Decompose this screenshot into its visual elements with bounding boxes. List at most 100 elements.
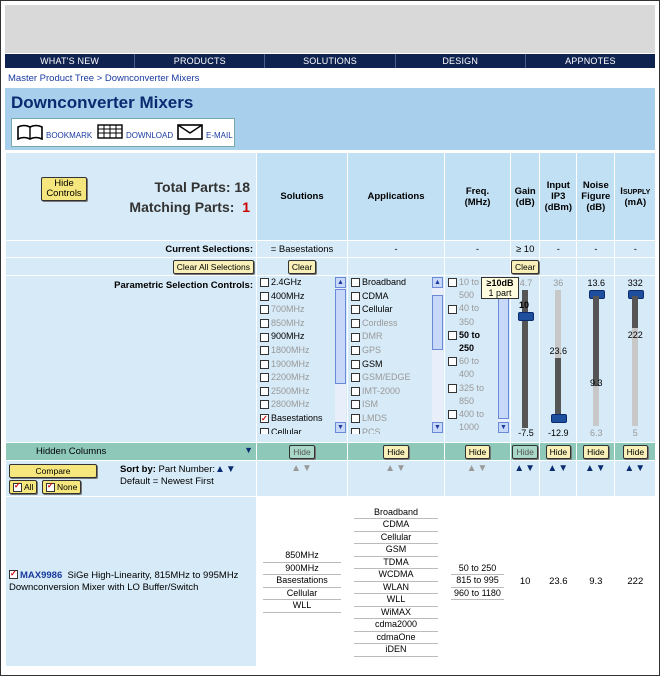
checkbox[interactable] — [260, 359, 269, 369]
ip3-slider-knob[interactable] — [551, 414, 568, 423]
scroll-up-icon[interactable]: ▲ — [335, 277, 346, 288]
hide-applications-button[interactable]: Hide — [383, 444, 409, 459]
nav-products[interactable]: PRODUCTS — [135, 54, 266, 68]
solutions_list-option[interactable]: 2200MHz — [260, 371, 347, 385]
applications_list-option[interactable]: GSM — [351, 358, 444, 372]
solutions_list-option[interactable]: 400MHz — [260, 290, 347, 304]
applications_list-option[interactable]: PCS — [351, 426, 444, 434]
checkbox[interactable] — [260, 386, 269, 396]
compare-button[interactable]: Compare — [9, 464, 97, 478]
sort-ip3-icon[interactable]: ▲▼ — [547, 463, 569, 474]
checkbox[interactable] — [351, 332, 360, 342]
checkbox[interactable] — [260, 412, 269, 426]
solutions_list-option[interactable]: 900MHz — [260, 330, 347, 344]
checkbox[interactable] — [351, 414, 360, 424]
checkbox[interactable] — [260, 291, 269, 301]
hide-gain-button[interactable]: Hide — [512, 444, 538, 459]
applications-listbox[interactable]: Broadband CDMA Cellular Cordless DMR GPS GSM GS… — [348, 276, 444, 434]
applications_list-option[interactable]: Broadband — [351, 276, 444, 290]
solutions-listbox[interactable]: 2.4GHz 400MHz 700MHz 850MHz 900MHz 1800MHz 190… — [257, 276, 347, 434]
scroll-thumb[interactable] — [432, 295, 443, 350]
hide-ip3-button[interactable]: Hide — [545, 444, 572, 459]
checkbox[interactable] — [260, 373, 269, 383]
checkbox[interactable] — [351, 386, 360, 396]
solutions_list-option[interactable]: 2.4GHz — [260, 276, 347, 290]
sort-arrows-icon[interactable]: ▲▼ — [215, 464, 237, 475]
checkbox[interactable] — [448, 383, 457, 393]
checkbox[interactable] — [448, 357, 457, 367]
hidden-columns-select[interactable]: Hidden Columns ▼ — [5, 442, 257, 461]
breadcrumb-root[interactable]: Master Product Tree — [8, 73, 94, 84]
solutions_list-option[interactable]: 700MHz — [260, 303, 347, 317]
solutions_list-option[interactable]: 850MHz — [260, 317, 347, 331]
applications_list-option[interactable]: GSM/EDGE — [351, 371, 444, 385]
checkbox[interactable] — [351, 373, 360, 383]
download-link[interactable]: DOWNLOAD — [97, 123, 173, 140]
checkbox[interactable] — [448, 304, 457, 314]
checkbox[interactable] — [351, 305, 360, 315]
part-number-link[interactable]: MAX9986 — [20, 570, 62, 581]
nav-appnotes[interactable]: APPNOTES — [526, 54, 655, 68]
hide-solutions-button[interactable]: Hide — [289, 444, 315, 459]
hide-controls-button[interactable]: Hide Controls — [41, 177, 87, 201]
checkbox[interactable] — [448, 278, 457, 288]
freq-listbox[interactable]: 10 to 500 40 to 350 50 to 250 60 to 400 325 to 85… — [445, 276, 510, 434]
nav-solutions[interactable]: SOLUTIONS — [265, 54, 396, 68]
checkbox[interactable] — [260, 346, 269, 356]
scrollbar[interactable]: ▲▼ — [335, 277, 346, 433]
checkbox[interactable] — [260, 400, 269, 410]
solutions_list-option[interactable]: Cellular — [260, 426, 347, 434]
solutions_list-option[interactable]: 1800MHz — [260, 344, 347, 358]
checkbox[interactable] — [260, 305, 269, 315]
checkbox[interactable] — [351, 359, 360, 369]
checkbox[interactable] — [448, 330, 457, 340]
sort-applications-icon[interactable]: ▲▼ — [385, 463, 407, 474]
nf-slider-track[interactable] — [593, 296, 600, 386]
solutions_list-option[interactable]: 2800MHz — [260, 398, 347, 412]
checkbox[interactable] — [260, 332, 269, 342]
checkbox[interactable] — [351, 346, 360, 356]
nav-whats-new[interactable]: WHAT'S NEW — [5, 54, 136, 68]
scroll-down-icon[interactable]: ▼ — [335, 422, 346, 433]
applications_list-option[interactable]: LMDS — [351, 412, 444, 426]
breadcrumb-current[interactable]: Downconverter Mixers — [105, 73, 200, 84]
sort-gain-icon[interactable]: ▲▼ — [514, 463, 536, 474]
scroll-down-icon[interactable]: ▼ — [432, 422, 443, 433]
sort-freq-icon[interactable]: ▲▼ — [467, 463, 489, 474]
clear-all-selections-button[interactable]: Clear All Selections — [172, 259, 254, 274]
solutions_list-option[interactable]: 2500MHz — [260, 385, 347, 399]
hide-isupply-button[interactable]: Hide — [622, 444, 649, 459]
solutions_list-option[interactable]: 1900MHz — [260, 358, 347, 372]
applications_list-option[interactable]: Cordless — [351, 317, 444, 331]
isupply-slider-track[interactable] — [632, 296, 639, 328]
clear-solutions-button[interactable]: Clear — [287, 259, 317, 274]
select-all-button[interactable]: All — [9, 480, 38, 495]
solutions_list-option[interactable]: Basestations — [260, 412, 347, 426]
ip3-slider-track[interactable] — [555, 358, 562, 420]
checkbox[interactable] — [351, 291, 360, 301]
checkbox[interactable] — [260, 427, 269, 434]
hide-freq-button[interactable]: Hide — [464, 444, 491, 459]
gain-slider-track[interactable] — [522, 290, 528, 428]
checkbox[interactable] — [448, 410, 457, 420]
sort-isupply-icon[interactable]: ▲▼ — [624, 463, 646, 474]
applications_list-option[interactable]: IMT-2000 — [351, 385, 444, 399]
part-select-checkbox[interactable] — [9, 568, 18, 580]
applications_list-option[interactable]: ISM — [351, 398, 444, 412]
checkbox[interactable] — [260, 318, 269, 328]
checkbox[interactable] — [260, 278, 269, 288]
email-link[interactable]: E-MAIL — [177, 123, 233, 140]
bookmark-link[interactable]: BOOKMARK — [17, 123, 92, 140]
applications_list-option[interactable]: Cellular — [351, 303, 444, 317]
applications_list-option[interactable]: GPS — [351, 344, 444, 358]
select-none-button[interactable]: None — [42, 480, 82, 495]
sort-nf-icon[interactable]: ▲▼ — [585, 463, 607, 474]
checkbox[interactable] — [351, 318, 360, 328]
nav-design[interactable]: DESIGN — [396, 54, 526, 68]
checkbox[interactable] — [351, 400, 360, 410]
scroll-thumb[interactable] — [335, 289, 346, 384]
hide-nf-button[interactable]: Hide — [583, 444, 609, 459]
checkbox[interactable] — [351, 278, 360, 288]
applications_list-option[interactable]: CDMA — [351, 290, 444, 304]
applications_list-option[interactable]: DMR — [351, 330, 444, 344]
